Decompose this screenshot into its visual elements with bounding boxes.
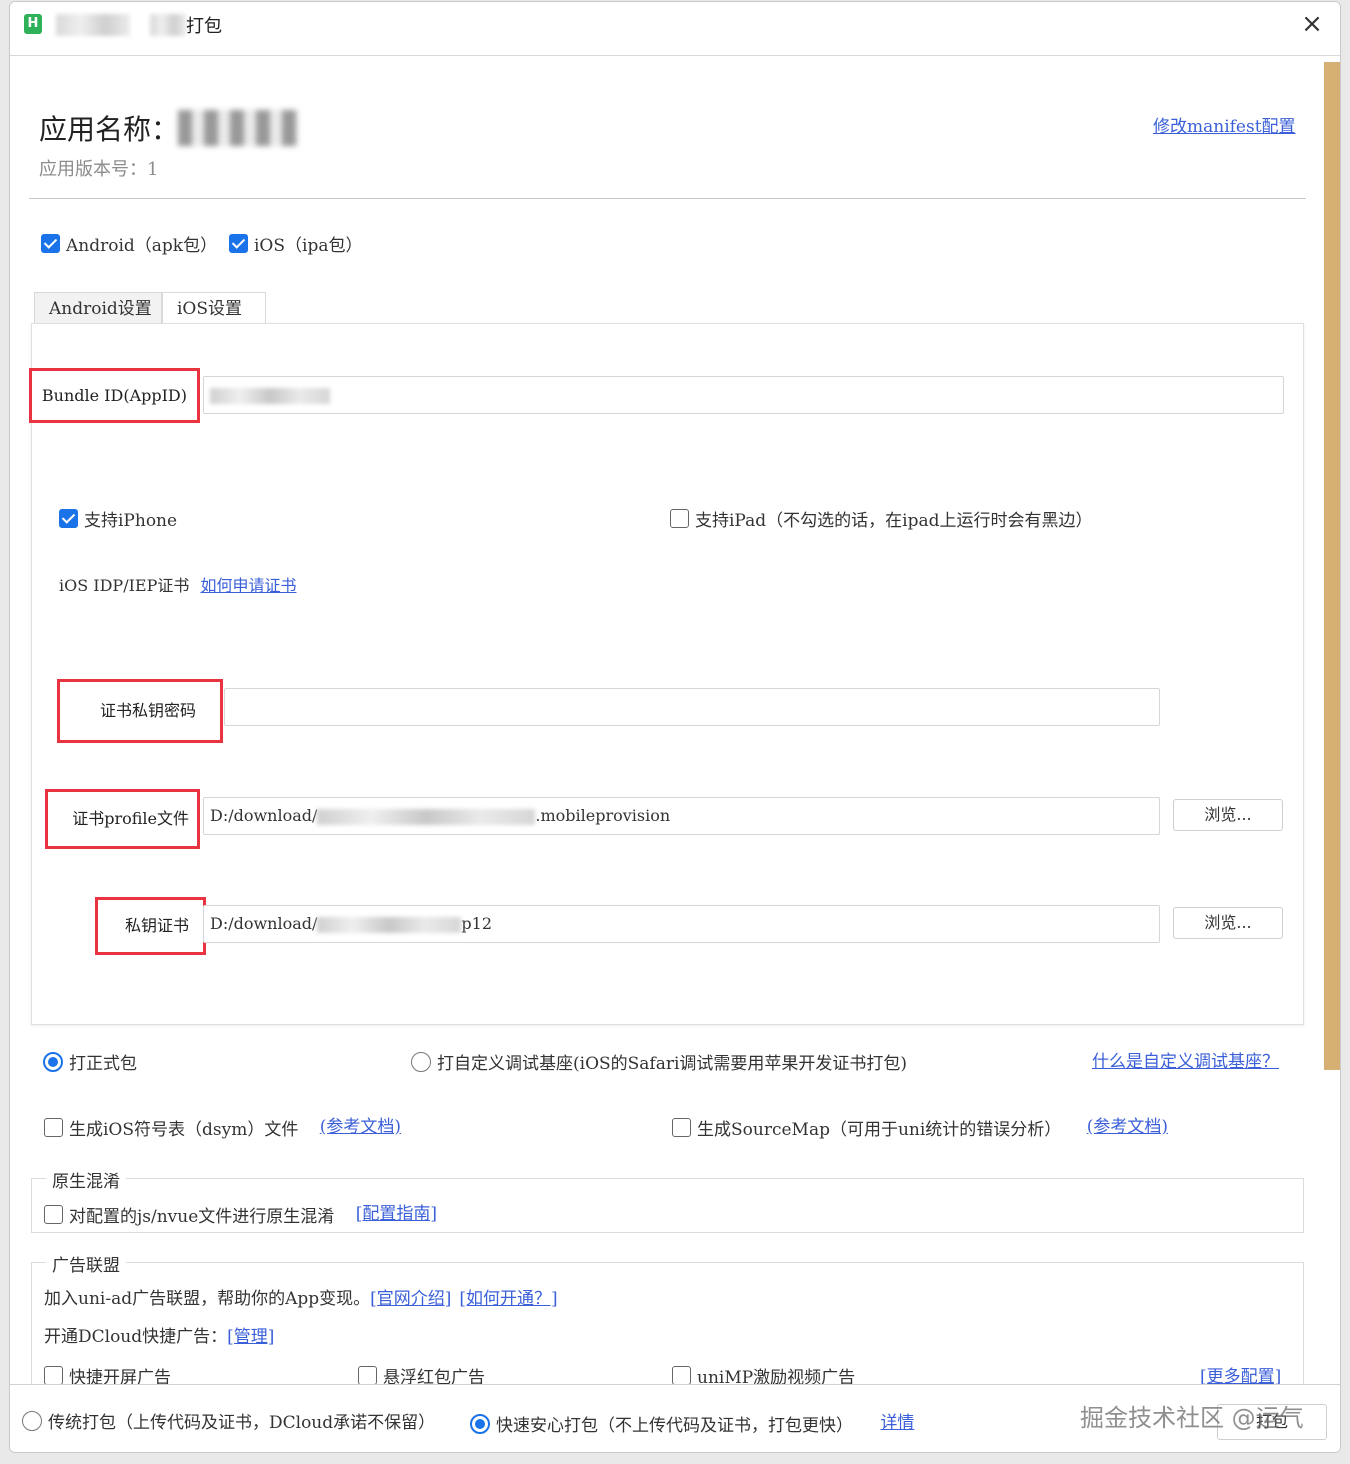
pack-dialog: H 打包 × 应用名称： 应用版本号：1 修改manifest配置 Androi… xyxy=(9,1,1341,1453)
ad-splash-checkbox[interactable] xyxy=(44,1366,63,1385)
dcloud-ads-row: 开通DCloud快捷广告：[管理] xyxy=(44,1322,274,1347)
bundle-id-label: Bundle ID(AppID) xyxy=(29,368,200,423)
private-cert-path-suffix: p12 xyxy=(461,914,493,933)
release-build-label: 打正式包 xyxy=(69,1054,137,1074)
obfuscation-label: 对配置的js/nvue文件进行原生混淆 xyxy=(69,1207,335,1227)
ad-rewarded-checkbox[interactable] xyxy=(672,1366,691,1385)
android-checkbox[interactable] xyxy=(41,234,60,253)
support-ipad-option[interactable]: 支持iPad（不勾选的话，在ipad上运行时会有黑边） xyxy=(670,506,1092,531)
private-key-password-label: 证书私钥密码 xyxy=(57,679,223,743)
redacted-cert-name xyxy=(317,916,462,933)
profile-path-prefix: D:/download/ xyxy=(210,806,318,825)
support-iphone-checkbox[interactable] xyxy=(59,509,78,528)
title-bar: H 打包 × xyxy=(10,2,1340,56)
dcloud-ads-manage-link[interactable]: [管理] xyxy=(227,1327,274,1347)
edit-manifest-link[interactable]: 修改manifest配置 xyxy=(1153,112,1296,137)
android-platform-option[interactable]: Android（apk包） xyxy=(41,231,217,256)
redacted-app-name xyxy=(178,110,298,146)
obfuscation-title: 原生混淆 xyxy=(46,1167,126,1192)
ads-official-link[interactable]: [官网介绍] xyxy=(370,1289,451,1309)
redacted-project-name xyxy=(56,14,130,36)
app-version: 应用版本号：1 xyxy=(39,159,159,180)
release-build-radio[interactable] xyxy=(43,1051,63,1072)
private-cert-input[interactable]: D:/download/p12 xyxy=(203,905,1160,943)
ios-cert-label: iOS IDP/IEP证书 xyxy=(59,576,190,595)
window-title: 打包 xyxy=(186,16,222,37)
profile-path-suffix: .mobileprovision xyxy=(535,806,671,825)
ad-redpacket-checkbox[interactable] xyxy=(358,1366,377,1385)
traditional-pack-option[interactable]: 传统打包（上传代码及证书，DCloud承诺不保留） xyxy=(22,1408,435,1433)
hbuilder-app-icon: H xyxy=(24,14,42,34)
browse-cert-button[interactable]: 浏览... xyxy=(1173,907,1283,939)
browse-profile-button[interactable]: 浏览... xyxy=(1173,799,1283,831)
watermark: 掘金技术社区 @运气 xyxy=(1080,1404,1304,1432)
ios-platform-option[interactable]: iOS（ipa包） xyxy=(229,231,362,256)
obfuscation-option[interactable]: 对配置的js/nvue文件进行原生混淆 [配置指南] xyxy=(44,1199,437,1227)
redacted-profile-name xyxy=(317,808,536,825)
tab-ios-settings[interactable]: iOS设置 xyxy=(162,292,266,325)
dsym-checkbox[interactable] xyxy=(44,1118,63,1137)
ios-checkbox[interactable] xyxy=(229,234,248,253)
traditional-pack-label: 传统打包（上传代码及证书，DCloud承诺不保留） xyxy=(48,1413,436,1433)
traditional-pack-radio[interactable] xyxy=(22,1410,42,1431)
bundle-id-input[interactable] xyxy=(203,376,1284,414)
divider xyxy=(29,198,1306,199)
ios-cert-row: iOS IDP/IEP证书 如何申请证书 xyxy=(59,572,296,596)
dsym-option[interactable]: 生成iOS符号表（dsym）文件 (参考文档) xyxy=(44,1112,401,1140)
obfuscation-checkbox[interactable] xyxy=(44,1205,63,1224)
sourcemap-label: 生成SourceMap（可用于uni统计的错误分析） xyxy=(697,1120,1062,1140)
scrollbar[interactable] xyxy=(1324,62,1340,1070)
fast-pack-option[interactable]: 快速安心打包（不上传代码及证书，打包更快） 详情 xyxy=(470,1408,914,1436)
support-ipad-checkbox[interactable] xyxy=(670,509,689,528)
android-label: Android（apk包） xyxy=(66,236,218,256)
dsym-docs-link[interactable]: (参考文档) xyxy=(320,1117,401,1137)
private-cert-label: 私钥证书 xyxy=(95,897,206,955)
fast-pack-label: 快速安心打包（不上传代码及证书，打包更快） xyxy=(496,1416,853,1436)
sourcemap-option[interactable]: 生成SourceMap（可用于uni统计的错误分析） (参考文档) xyxy=(672,1112,1168,1140)
custom-base-radio[interactable] xyxy=(411,1051,431,1072)
ads-intro-row: 加入uni-ad广告联盟，帮助你的App变现。[官网介绍] [如何开通？] xyxy=(44,1284,558,1309)
what-is-custom-base-link[interactable]: 什么是自定义调试基座？ xyxy=(1092,1047,1279,1072)
sourcemap-docs-link[interactable]: (参考文档) xyxy=(1087,1117,1168,1137)
tab-android-settings[interactable]: Android设置 xyxy=(34,292,162,324)
ios-label: iOS（ipa包） xyxy=(254,236,363,256)
private-cert-path-prefix: D:/download/ xyxy=(210,914,318,933)
close-icon[interactable]: × xyxy=(1298,10,1326,38)
obfuscation-guide-link[interactable]: [配置指南] xyxy=(356,1204,437,1224)
profile-file-label: 证书profile文件 xyxy=(45,789,200,849)
fast-pack-radio[interactable] xyxy=(470,1413,490,1434)
sourcemap-checkbox[interactable] xyxy=(672,1118,691,1137)
ads-title: 广告联盟 xyxy=(46,1251,126,1276)
redacted-project-name-2 xyxy=(150,14,186,36)
private-key-password-input[interactable] xyxy=(224,688,1160,726)
support-iphone-label: 支持iPhone xyxy=(84,511,178,531)
profile-file-input[interactable]: D:/download/ .mobileprovision xyxy=(203,797,1160,835)
ads-intro-text: 加入uni-ad广告联盟，帮助你的App变现。 xyxy=(44,1289,371,1309)
ads-how-to-link[interactable]: [如何开通？] xyxy=(459,1289,557,1309)
app-name-label: 应用名称： xyxy=(39,113,180,146)
how-to-apply-cert-link[interactable]: 如何申请证书 xyxy=(200,576,296,595)
dsym-label: 生成iOS符号表（dsym）文件 xyxy=(69,1120,299,1140)
custom-base-label: 打自定义调试基座(iOS的Safari调试需要用苹果开发证书打包) xyxy=(437,1054,908,1074)
support-ipad-label: 支持iPad（不勾选的话，在ipad上运行时会有黑边） xyxy=(695,511,1093,531)
support-iphone-option[interactable]: 支持iPhone xyxy=(59,506,177,531)
dcloud-ads-label: 开通DCloud快捷广告： xyxy=(44,1327,228,1347)
fast-pack-details-link[interactable]: 详情 xyxy=(880,1413,914,1433)
redacted-bundle-id xyxy=(210,387,330,404)
release-build-option[interactable]: 打正式包 xyxy=(43,1049,137,1074)
custom-base-option[interactable]: 打自定义调试基座(iOS的Safari调试需要用苹果开发证书打包) xyxy=(411,1049,907,1074)
